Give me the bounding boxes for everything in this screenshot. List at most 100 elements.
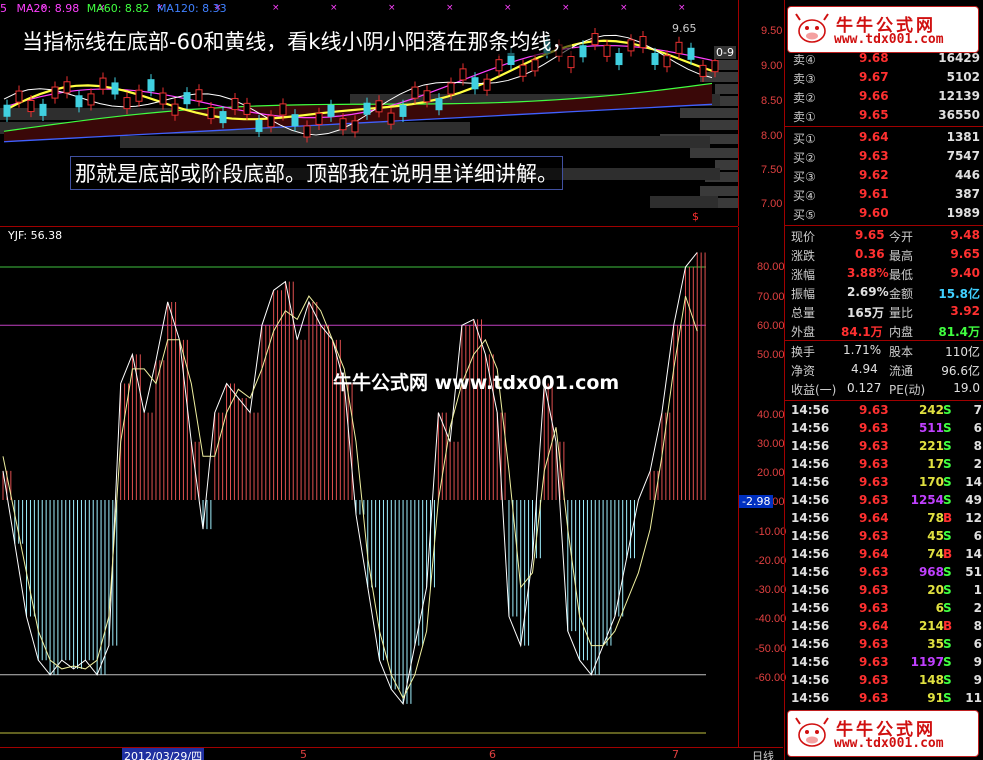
bid-volume: 387: [954, 187, 980, 201]
ask-price: 9.68: [859, 51, 889, 65]
quote-stats: 现价 9.65 今开 9.48 涨跌 0.36 最高 9.65 涨幅 3.88%…: [791, 226, 983, 340]
candle-body: [699, 64, 707, 77]
trade-count: 14: [965, 547, 982, 561]
high-price-label: 9.65: [672, 22, 697, 35]
bid-volume: 1381: [946, 130, 980, 144]
finance-value: 0.127: [847, 381, 882, 395]
trade-time: 14:56: [791, 565, 830, 579]
trade-count: 7: [973, 403, 982, 417]
ma120-label: MA120: 8.33: [156, 2, 227, 15]
indicator-tick: -60.00: [755, 672, 787, 684]
yjf-line: [2, 252, 698, 706]
trade-row: 14:56 9.63 6 S 2: [791, 599, 983, 617]
trade-volume: 968: [918, 565, 944, 579]
quote-value: 15.8亿: [938, 287, 980, 301]
month-label: 7: [672, 748, 679, 760]
trade-price: 9.63: [859, 529, 889, 543]
bid-volume: 446: [954, 168, 980, 182]
candle-body: [459, 68, 467, 81]
candle-body: [27, 99, 35, 113]
trade-time: 14:56: [791, 529, 830, 543]
quote-row: 涨跌 0.36 最高 9.65: [791, 245, 983, 264]
trade-time: 14:56: [791, 421, 830, 435]
quote-label: 涨跌: [791, 249, 816, 263]
candle-body: [579, 45, 587, 58]
candle-body: [423, 90, 431, 103]
trade-price: 9.63: [859, 583, 889, 597]
period-label[interactable]: 日线: [752, 748, 774, 760]
candle-body: [387, 112, 395, 125]
candle-body: [267, 115, 275, 128]
quote-label: 最高: [889, 249, 914, 263]
candle-body: [471, 77, 479, 90]
trade-time: 14:56: [791, 475, 830, 489]
trade-row: 14:56 9.64 74 B 14: [791, 545, 983, 563]
candle-body: [303, 125, 311, 138]
candle-body: [435, 98, 443, 111]
finance-label: 股本: [889, 345, 914, 359]
bid-row: 买③ 9.62 446: [791, 166, 983, 185]
trade-count: 9: [973, 655, 982, 669]
finance-value: 110亿: [945, 345, 980, 359]
candle-body: [231, 97, 239, 111]
cow-logo-icon: [795, 717, 829, 747]
trade-count: 8: [973, 619, 982, 633]
trade-count: 12: [965, 511, 982, 525]
quote-label: 现价: [791, 230, 816, 244]
quote-value: 3.92: [950, 304, 980, 318]
volume-profile-bar: [718, 60, 738, 70]
bid-row: 买① 9.64 1381: [791, 128, 983, 147]
trade-volume: 20: [927, 583, 944, 597]
trade-price: 9.63: [859, 403, 889, 417]
candle-body: [87, 93, 95, 106]
trade-side: S: [943, 457, 952, 471]
indicator-pane[interactable]: YJF: 56.38 牛牛公式网 www.tdx001.com: [0, 227, 738, 747]
watermark-url: www.tdx001.com: [834, 736, 944, 751]
finance-stats: 换手 1.71% 股本 110亿 净资 4.94 流通 96.6亿 收益(一) …: [791, 341, 983, 399]
trade-row: 14:56 9.64 78 B 12: [791, 509, 983, 527]
trade-time: 14:56: [791, 601, 830, 615]
candle-body: [243, 102, 251, 115]
candle-body: [495, 59, 503, 72]
quote-value: 9.40: [950, 266, 980, 280]
trade-volume: 170: [918, 475, 944, 489]
price-axis: 9.50 9.00 8.50 8.00 7.50 7.00: [738, 0, 785, 226]
trade-price: 9.63: [859, 493, 889, 507]
trade-time: 14:56: [791, 637, 830, 651]
trade-row: 14:56 9.64 214 B 8: [791, 617, 983, 635]
trade-price: 9.63: [859, 421, 889, 435]
volume-profile-bar: [700, 120, 738, 130]
finance-row: 换手 1.71% 股本 110亿: [791, 341, 983, 360]
candle-body: [399, 104, 407, 117]
trade-ticks[interactable]: 14:56 9.63 242 S 7 14:56 9.63 511 S 6 14:56 9.63 221…: [791, 401, 983, 707]
quote-value: 165万: [847, 306, 885, 320]
indicator-tick: 70.00: [757, 291, 785, 303]
price-pane[interactable]: × × × × × × × × × × × × 5 MA20: 8.98 MA60: 8.82 MA1…: [0, 0, 738, 226]
ask-label: 卖①: [793, 110, 816, 124]
quote-value: 3.88%: [847, 266, 889, 280]
quote-label: 涨幅: [791, 268, 816, 282]
trade-price: 9.63: [859, 655, 889, 669]
annotation-line-1: 当指标线在底部-60和黄线，看k线小阴小阳落在那条均线，: [22, 26, 573, 56]
trade-side: B: [943, 619, 953, 633]
current-value-tag: -2.98: [739, 495, 774, 508]
trade-volume: 35: [927, 637, 944, 651]
trade-price: 9.64: [859, 511, 889, 525]
trade-count: 6: [973, 421, 982, 435]
candle-body: [567, 56, 575, 69]
ma60-label: MA60: 8.82: [86, 2, 150, 15]
candle-body: [123, 97, 131, 110]
candle-body: [63, 81, 71, 94]
watermark-badge-bottom: 牛牛公式网 www.tdx001.com: [787, 710, 979, 757]
trade-volume: 74: [927, 547, 944, 561]
quote-row: 振幅 2.69% 金额 15.8亿: [791, 283, 983, 302]
candle-body: [99, 77, 107, 90]
top-marker: ×: [446, 3, 454, 13]
candle-body: [207, 107, 215, 120]
trade-price: 9.63: [859, 439, 889, 453]
month-label: 6: [489, 748, 496, 760]
ask-row: 卖③ 9.67 5102: [791, 68, 983, 87]
bid-label: 买②: [793, 151, 816, 165]
candle-body: [447, 82, 455, 95]
quote-value: 2.69%: [847, 285, 889, 299]
